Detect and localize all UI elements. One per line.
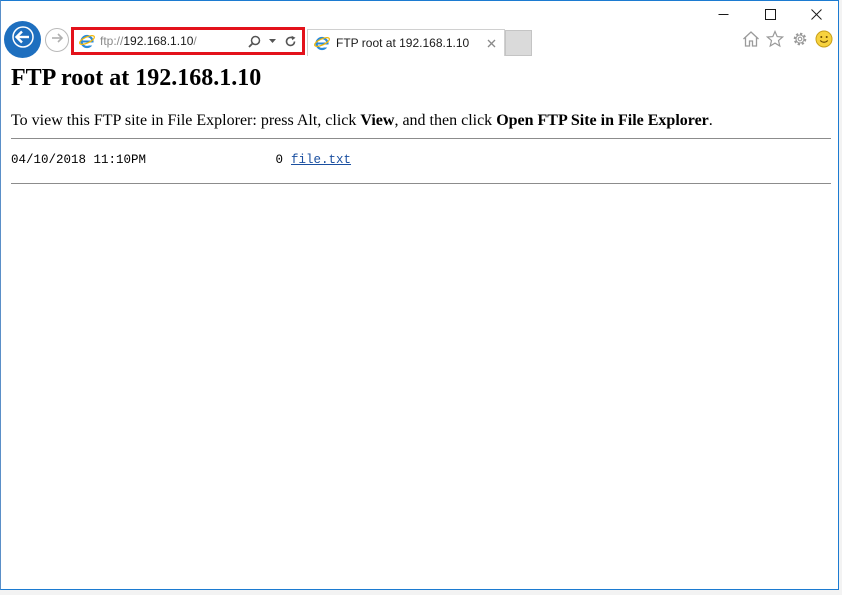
forward-button[interactable] bbox=[45, 28, 69, 52]
favorites-button[interactable] bbox=[765, 29, 785, 53]
page-instructions: To view this FTP site in File Explorer: … bbox=[11, 112, 713, 130]
settings-button[interactable] bbox=[790, 31, 810, 51]
file-size: 0 bbox=[275, 153, 283, 167]
divider-top bbox=[11, 138, 831, 139]
ie-page-icon bbox=[313, 34, 331, 52]
url-host: 192.168.1.10 bbox=[123, 34, 194, 48]
home-button[interactable] bbox=[741, 30, 761, 53]
page-content: FTP root at 192.168.1.10 To view this FT… bbox=[11, 63, 831, 184]
feedback-button[interactable] bbox=[814, 30, 834, 53]
background-window-edge-bottom bbox=[0, 590, 842, 595]
close-icon bbox=[810, 7, 822, 25]
instructions-open-label: Open FTP Site in File Explorer bbox=[496, 112, 709, 129]
address-bar[interactable]: ftp://192.168.1.10/ bbox=[74, 30, 302, 52]
instructions-middle: , and then click bbox=[394, 112, 497, 129]
minimize-icon bbox=[718, 7, 729, 25]
close-button[interactable] bbox=[793, 1, 838, 31]
minimize-button[interactable] bbox=[700, 1, 746, 31]
settings-gear-icon bbox=[791, 30, 809, 53]
instructions-prefix: To view this FTP site in File Explorer: … bbox=[11, 112, 361, 129]
search-icon[interactable] bbox=[246, 32, 262, 50]
browser-window: ftp://192.168.1.10/ FTP root at 192.168.… bbox=[0, 0, 839, 590]
refresh-icon[interactable] bbox=[282, 32, 298, 50]
favorites-star-icon bbox=[765, 29, 785, 53]
tab-title: FTP root at 192.168.1.10 bbox=[336, 36, 470, 50]
url-protocol: ftp:// bbox=[100, 34, 124, 48]
tab-close-icon[interactable] bbox=[485, 36, 497, 50]
back-button[interactable] bbox=[4, 21, 41, 58]
divider-bottom bbox=[11, 183, 831, 184]
page-title: FTP root at 192.168.1.10 bbox=[11, 65, 262, 91]
feedback-smiley-icon bbox=[815, 30, 833, 53]
url-path: / bbox=[193, 34, 197, 48]
maximize-button[interactable] bbox=[747, 1, 793, 31]
list-item: 04/10/2018 11:10PM 0 file.txt bbox=[11, 153, 351, 167]
file-link[interactable]: file.txt bbox=[291, 153, 351, 167]
instructions-suffix: . bbox=[708, 112, 713, 129]
tab-active[interactable]: FTP root at 192.168.1.10 bbox=[307, 29, 505, 56]
file-date: 04/10/2018 11:10PM bbox=[11, 153, 147, 167]
forward-arrow-icon bbox=[50, 31, 64, 50]
ie-logo-icon bbox=[78, 32, 96, 50]
instructions-view: View bbox=[360, 112, 395, 129]
back-arrow-icon bbox=[11, 26, 34, 53]
new-tab-button[interactable] bbox=[505, 30, 532, 56]
home-icon bbox=[742, 30, 760, 53]
address-url[interactable]: ftp://192.168.1.10/ bbox=[100, 34, 197, 48]
maximize-icon bbox=[764, 7, 776, 25]
dropdown-icon[interactable] bbox=[264, 32, 280, 50]
